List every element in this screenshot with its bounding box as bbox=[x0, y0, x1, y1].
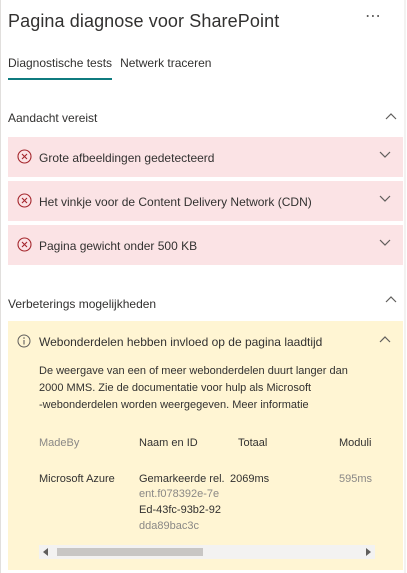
cell-modules: 595ms bbox=[339, 473, 373, 485]
cell-name: Gemarkeerde rel. bbox=[139, 473, 225, 485]
issue-label: Het vinkje voor de Content Delivery Netw… bbox=[39, 195, 312, 209]
column-header-modules: Moduli bbox=[339, 437, 372, 449]
cell-total: 2069ms bbox=[230, 473, 270, 485]
error-circle-icon bbox=[17, 237, 32, 257]
cell-id-line: ent.f078392e-7e bbox=[139, 488, 220, 500]
more-options-icon[interactable]: ⋯ bbox=[365, 6, 382, 26]
scroll-right-arrow-icon[interactable] bbox=[366, 548, 371, 556]
column-header-total: Totaal bbox=[238, 437, 268, 449]
tab-network-trace[interactable]: Netwerk traceren bbox=[120, 56, 211, 80]
info-circle-icon bbox=[17, 334, 31, 353]
tab-list: Diagnostische tests Netwerk traceren bbox=[8, 56, 219, 80]
improvement-card-webparts: Webonderdelen hebben invloed op de pagin… bbox=[8, 321, 403, 570]
tab-diagnostic-tests[interactable]: Diagnostische tests bbox=[8, 56, 113, 80]
description-line: De weergave van een of meer webonderdele… bbox=[39, 365, 348, 377]
error-circle-icon bbox=[17, 149, 32, 169]
cell-made-by: Microsoft Azure bbox=[39, 473, 115, 485]
description-line: 2000 MMS. Zie de documentatie voor hulp … bbox=[39, 382, 312, 394]
improvement-label: Webonderdelen hebben invloed op de pagin… bbox=[39, 335, 323, 349]
panel-title: Pagina diagnose voor SharePoint bbox=[8, 11, 280, 31]
section-title-attention: Aandacht vereist bbox=[8, 111, 98, 125]
horizontal-scrollbar[interactable] bbox=[39, 545, 375, 559]
chevron-up-icon[interactable] bbox=[379, 335, 393, 345]
description-line[interactable]: -webonderdelen worden weergegeven. Meer … bbox=[39, 397, 359, 414]
chevron-up-icon[interactable] bbox=[385, 295, 399, 305]
cell-id-line: Ed-43fc-93b2-92 bbox=[139, 504, 221, 516]
chevron-down-icon[interactable] bbox=[379, 239, 393, 249]
issue-card-cdn[interactable]: Het vinkje voor de Content Delivery Netw… bbox=[8, 181, 403, 221]
column-header-name-id: Naam en ID bbox=[139, 437, 198, 449]
column-header-madeby: MadeBy bbox=[39, 437, 80, 449]
scrollbar-thumb[interactable] bbox=[57, 548, 203, 556]
chevron-down-icon[interactable] bbox=[379, 151, 393, 161]
chevron-up-icon[interactable] bbox=[385, 112, 399, 122]
issue-label: Pagina gewicht onder 500 KB bbox=[39, 239, 198, 253]
improvement-description: De weergave van een of meer webonderdele… bbox=[39, 363, 359, 414]
issue-card-page-weight[interactable]: Pagina gewicht onder 500 KB bbox=[8, 225, 403, 265]
page-diagnostics-panel: Pagina diagnose voor SharePoint ⋯ Diagno… bbox=[0, 0, 407, 573]
issue-label: Grote afbeeldingen gedetecteerd bbox=[39, 151, 215, 165]
error-circle-icon bbox=[17, 193, 32, 213]
scroll-left-arrow-icon[interactable] bbox=[43, 548, 48, 556]
section-title-improvements: Verbeterings mogelijkheden bbox=[8, 297, 157, 311]
chevron-down-icon[interactable] bbox=[379, 195, 393, 205]
cell-id-line: dda89bac3c bbox=[139, 520, 199, 532]
issue-card-large-images[interactable]: Grote afbeeldingen gedetecteerd bbox=[8, 137, 403, 177]
vertical-scrollbar[interactable] bbox=[404, 0, 406, 573]
